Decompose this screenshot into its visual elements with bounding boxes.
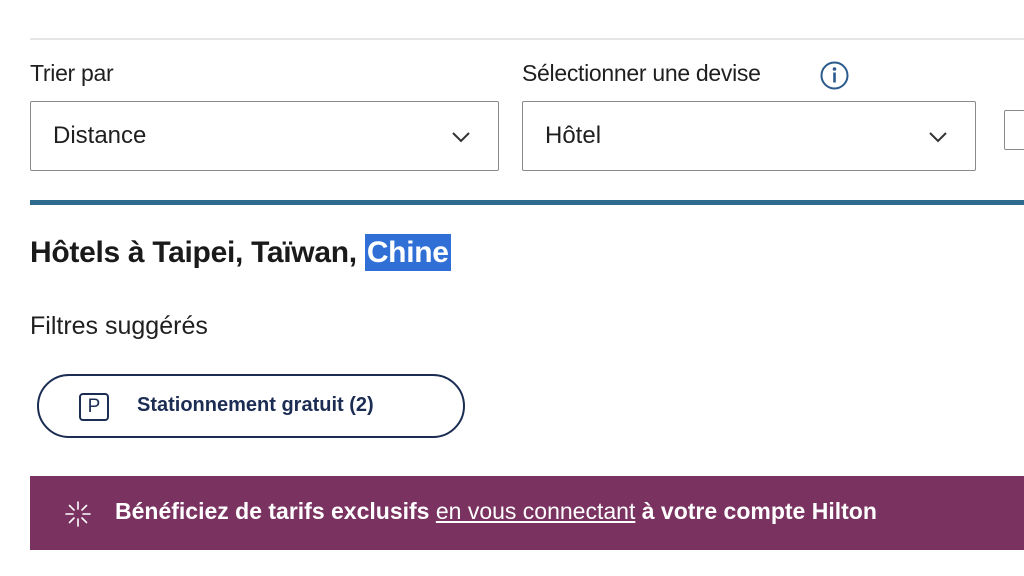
top-separator [30, 38, 1024, 40]
filter-chip-free-parking[interactable]: P Stationnement gratuit (2) [37, 374, 465, 438]
chevron-down-icon [929, 132, 947, 143]
currency-select-value: Hôtel [545, 122, 602, 149]
filter-chip-label: Stationnement gratuit (2) [137, 394, 374, 416]
page-title-highlight: Chine [364, 234, 451, 271]
banner-prefix: Bénéficiez de tarifs exclusifs [115, 498, 436, 524]
signin-banner: Bénéficiez de tarifs exclusifs en vous c… [30, 476, 1024, 550]
sort-select-value: Distance [53, 122, 147, 149]
parking-icon: P [79, 393, 109, 421]
signin-link[interactable]: en vous connectant [436, 498, 635, 524]
chevron-down-icon [452, 132, 470, 143]
banner-suffix: à votre compte Hilton [635, 498, 877, 524]
sort-select[interactable]: Distance [30, 101, 499, 171]
page-title-main: Hôtels à Taipei, Taïwan, [30, 236, 365, 269]
currency-label: Sélectionner une devise [522, 60, 761, 86]
suggested-filters-title: Filtres suggérés [30, 312, 208, 340]
currency-select[interactable]: Hôtel [522, 101, 976, 171]
checkbox[interactable] [1004, 110, 1024, 150]
sort-label: Trier par [30, 60, 114, 86]
info-icon[interactable] [819, 60, 850, 91]
page-title: Hôtels à Taipei, Taïwan, Chine [30, 234, 451, 271]
banner-text: Bénéficiez de tarifs exclusifs en vous c… [115, 498, 877, 525]
sparkle-icon [65, 501, 91, 527]
section-divider [30, 200, 1024, 205]
